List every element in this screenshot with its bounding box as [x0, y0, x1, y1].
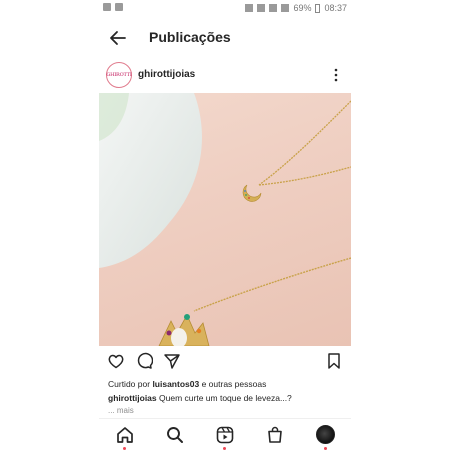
- post-username[interactable]: ghirottijoias: [138, 69, 195, 80]
- jewelry-photo: [99, 93, 351, 346]
- image-notification-icon: [115, 3, 123, 11]
- battery-icon: [315, 3, 321, 13]
- vertical-dots-icon[interactable]: [333, 67, 339, 83]
- send-icon[interactable]: [163, 352, 181, 370]
- post-actions: [99, 352, 351, 372]
- alarm-icon: [257, 4, 266, 12]
- avatar[interactable]: GHIROTTI: [106, 62, 132, 88]
- moon-pendant: [242, 184, 262, 202]
- top-bar: Publicações: [99, 24, 351, 52]
- crown-pendant: [158, 314, 210, 346]
- liked-by-user[interactable]: luisantos03: [152, 379, 199, 389]
- bookmark-icon[interactable]: [325, 352, 343, 370]
- caption-text: Quem curte um toque de leveza...?: [159, 393, 292, 403]
- battery-percent: 69%: [293, 3, 312, 13]
- mute-icon: [245, 4, 254, 12]
- liked-by-text: Curtido por luisantos03 e outras pessoas: [108, 379, 266, 389]
- search-icon[interactable]: [165, 425, 185, 445]
- comment-icon[interactable]: [135, 352, 153, 370]
- caption-username[interactable]: ghirottijoias: [108, 393, 157, 403]
- bottom-navigation: [99, 418, 351, 450]
- profile-avatar[interactable]: [316, 425, 335, 444]
- clock: 08:37: [324, 3, 347, 13]
- heart-icon[interactable]: [107, 352, 125, 370]
- arrow-left-icon[interactable]: [108, 28, 128, 48]
- post-image[interactable]: [99, 93, 351, 346]
- status-bar: 69% 08:37: [99, 0, 351, 18]
- wifi-icon: [269, 4, 278, 12]
- home-icon[interactable]: [115, 425, 135, 445]
- avatar-logo: GHIROTTI: [106, 72, 132, 78]
- page-title: Publicações: [149, 29, 231, 45]
- post-header: GHIROTTI ghirottijoias: [99, 60, 351, 90]
- facebook-notification-icon: [103, 3, 111, 11]
- shop-icon[interactable]: [265, 425, 285, 445]
- post-caption: ghirottijoias Quem curte um toque de lev…: [108, 393, 292, 403]
- reels-icon[interactable]: [215, 425, 235, 445]
- signal-icon: [281, 4, 290, 12]
- instagram-screen: 69% 08:37 Publicações GHIROTTI ghirottij…: [99, 0, 351, 450]
- liked-by-suffix[interactable]: e outras pessoas: [202, 379, 267, 389]
- more-link[interactable]: ... mais: [108, 406, 134, 415]
- liked-by-prefix: Curtido por: [108, 379, 151, 389]
